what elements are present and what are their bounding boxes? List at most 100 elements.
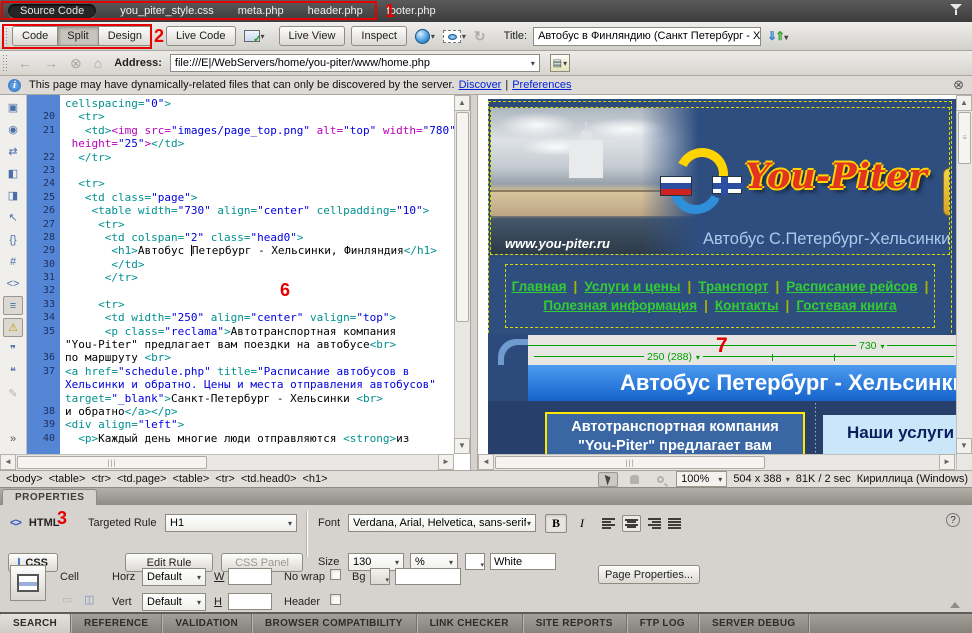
collapse-full-tag-icon[interactable]: ⇄ — [3, 142, 23, 161]
align-justify-icon[interactable] — [666, 515, 685, 532]
address-dropdown-icon[interactable]: ▾ — [531, 59, 535, 68]
design-horizontal-scrollbar[interactable]: ◄ ||| ► — [478, 454, 956, 470]
nav-link[interactable]: Гостевая книга — [796, 298, 896, 313]
scroll-right-icon[interactable]: ► — [438, 454, 454, 470]
results-tab-site-reports[interactable]: SITE REPORTS — [523, 614, 627, 633]
scrollbar-thumb[interactable]: ||| — [495, 456, 765, 469]
check-browser-compatibility-icon[interactable]: ✓▾ — [244, 30, 265, 42]
collapse-selection-icon[interactable]: ◧ — [3, 164, 23, 183]
related-file-tab[interactable]: meta.php — [238, 5, 284, 17]
promo-box[interactable]: Автотранспортная компания "You-Piter" пр… — [545, 412, 805, 454]
results-tab-browser-compatibility[interactable]: BROWSER COMPATIBILITY — [252, 614, 417, 633]
targeted-rule-select[interactable]: H1▾ — [165, 514, 297, 532]
html-mode-button[interactable]: <> HTML — [10, 517, 59, 529]
expand-all-icon[interactable]: ◨ — [3, 186, 23, 205]
no-wrap-checkbox[interactable] — [330, 569, 341, 580]
cell-height-input[interactable] — [228, 593, 272, 610]
scroll-left-icon[interactable]: ◄ — [478, 454, 494, 470]
nav-link[interactable]: Главная — [512, 279, 567, 294]
nav-link[interactable]: Транспорт — [698, 279, 768, 294]
code-view-button[interactable]: Code — [12, 26, 58, 46]
results-tab-search[interactable]: SEARCH — [0, 614, 71, 633]
page-properties-button[interactable]: Page Properties... — [598, 565, 700, 584]
hand-tool-icon[interactable] — [624, 472, 644, 487]
highlight-invalid-code-icon[interactable]: <> — [3, 274, 23, 293]
discover-link[interactable]: Discover — [459, 79, 502, 91]
tag-selector-item[interactable]: <tr> — [215, 473, 235, 485]
related-file-tab[interactable]: header.php — [308, 5, 363, 17]
page-header-table[interactable]: You-Piter Автобус С.Петербург-Хельсинки … — [488, 101, 952, 333]
tag-selector-item[interactable]: <table> — [49, 473, 86, 485]
code-editor[interactable]: cellspacing="0">20 <tr>21 <td><img src="… — [27, 95, 454, 454]
nav-link[interactable]: Полезная информация — [543, 298, 697, 313]
vert-select[interactable]: Default▾ — [142, 593, 206, 611]
split-cell-icon[interactable]: ◫ — [84, 593, 94, 606]
filter-icon[interactable] — [950, 4, 964, 18]
help-icon[interactable]: ? — [946, 513, 960, 527]
scrollbar-thumb[interactable] — [456, 112, 469, 322]
results-tab-ftp-log[interactable]: FTP LOG — [627, 614, 699, 633]
tag-selector-item[interactable]: <td.page> — [117, 473, 167, 485]
tag-selector-item[interactable]: <body> — [6, 473, 43, 485]
preferences-link[interactable]: Preferences — [512, 79, 571, 91]
window-size-select[interactable]: 504 x 388 ▾ — [733, 473, 789, 485]
results-tab-reference[interactable]: REFERENCE — [71, 614, 162, 633]
stop-icon[interactable]: ⊗ — [70, 55, 82, 72]
refresh-icon[interactable]: ↻ — [474, 28, 486, 45]
design-view-button[interactable]: Design — [98, 26, 152, 46]
code-horizontal-scrollbar[interactable]: ◄ ||| ► — [0, 454, 454, 470]
line-numbers-icon[interactable]: # — [3, 252, 23, 271]
view-options-icon[interactable]: ▤▾ — [550, 54, 570, 72]
address-input[interactable]: file:///E|/WebServers/home/you-piter/www… — [170, 54, 540, 72]
design-vertical-scrollbar[interactable]: ▲ ≡ ▼ — [956, 95, 972, 470]
text-color-input[interactable]: White — [490, 553, 556, 570]
font-select[interactable]: Verdana, Arial, Helvetica, sans-serif▾ — [348, 514, 536, 532]
table-width-line-inner[interactable]: 250 (288) ▾ — [534, 356, 954, 357]
scroll-up-icon[interactable]: ▲ — [454, 95, 470, 111]
remove-comment-icon[interactable]: ❝ — [3, 362, 23, 381]
horz-select[interactable]: Default▾ — [142, 568, 206, 586]
scroll-right-icon[interactable]: ► — [939, 454, 955, 470]
more-icon[interactable]: » — [3, 429, 23, 448]
back-icon[interactable]: ← — [18, 55, 32, 71]
text-color-swatch[interactable]: ▾ — [465, 553, 485, 570]
title-input[interactable]: Автобус в Финляндию (Санкт Петербург - Х… — [533, 27, 761, 46]
related-file-tab[interactable]: you_piter_style.css — [120, 5, 214, 17]
open-documents-icon[interactable]: ▣ — [3, 98, 23, 117]
site-banner[interactable]: You-Piter Автобус С.Петербург-Хельсинки … — [490, 107, 950, 255]
format-source-code-icon[interactable]: ✎ — [3, 384, 23, 403]
design-canvas[interactable]: You-Piter Автобус С.Петербург-Хельсинки … — [478, 95, 956, 454]
zoom-tool-icon[interactable] — [650, 472, 670, 487]
visual-aids-icon[interactable]: ▾ — [443, 30, 466, 43]
align-center-icon[interactable] — [622, 515, 641, 532]
tag-selector-item[interactable]: <h1> — [303, 473, 328, 485]
results-tab-server-debug[interactable]: SERVER DEBUG — [699, 614, 809, 633]
tag-selector-item[interactable]: <td.head0> — [241, 473, 297, 485]
split-view-button[interactable]: Split — [57, 26, 98, 46]
apply-comment-icon[interactable]: ❞ — [3, 340, 23, 359]
header-checkbox[interactable] — [330, 594, 341, 605]
related-file-tab[interactable]: footer.php — [387, 5, 436, 17]
panel-collapse-icon[interactable] — [950, 602, 960, 608]
file-management-icon[interactable]: ⇓⇑▾ — [767, 29, 788, 43]
select-tool-icon[interactable] — [598, 472, 618, 487]
home-icon[interactable]: ⌂ — [94, 55, 102, 71]
syntax-error-alerts-icon[interactable]: ⚠ — [3, 318, 23, 337]
forward-icon[interactable]: → — [44, 55, 58, 71]
bg-color-swatch[interactable]: ▾ — [370, 568, 390, 585]
align-right-icon[interactable] — [644, 515, 663, 532]
scroll-up-icon[interactable]: ▲ — [956, 95, 972, 111]
services-heading-box[interactable]: Наши услуги — [823, 415, 956, 454]
cell-width-input[interactable] — [228, 568, 272, 585]
column-width-menu[interactable]: 250 (288) ▾ — [644, 351, 703, 363]
select-parent-tag-icon[interactable]: ↖ — [3, 208, 23, 227]
page-heading-bar[interactable]: Автобус Петербург - Хельсинки — [528, 365, 956, 401]
merge-cells-icon[interactable]: ▭ — [62, 593, 72, 606]
results-tab-validation[interactable]: VALIDATION — [162, 614, 252, 633]
nav-link[interactable]: Контакты — [715, 298, 779, 313]
tag-selector-item[interactable]: <table> — [173, 473, 210, 485]
balance-braces-icon[interactable]: {} — [3, 230, 23, 249]
live-view-button[interactable]: Live View — [279, 26, 346, 46]
scrollbar-thumb[interactable]: ||| — [17, 456, 207, 469]
bg-color-input[interactable] — [395, 568, 461, 585]
